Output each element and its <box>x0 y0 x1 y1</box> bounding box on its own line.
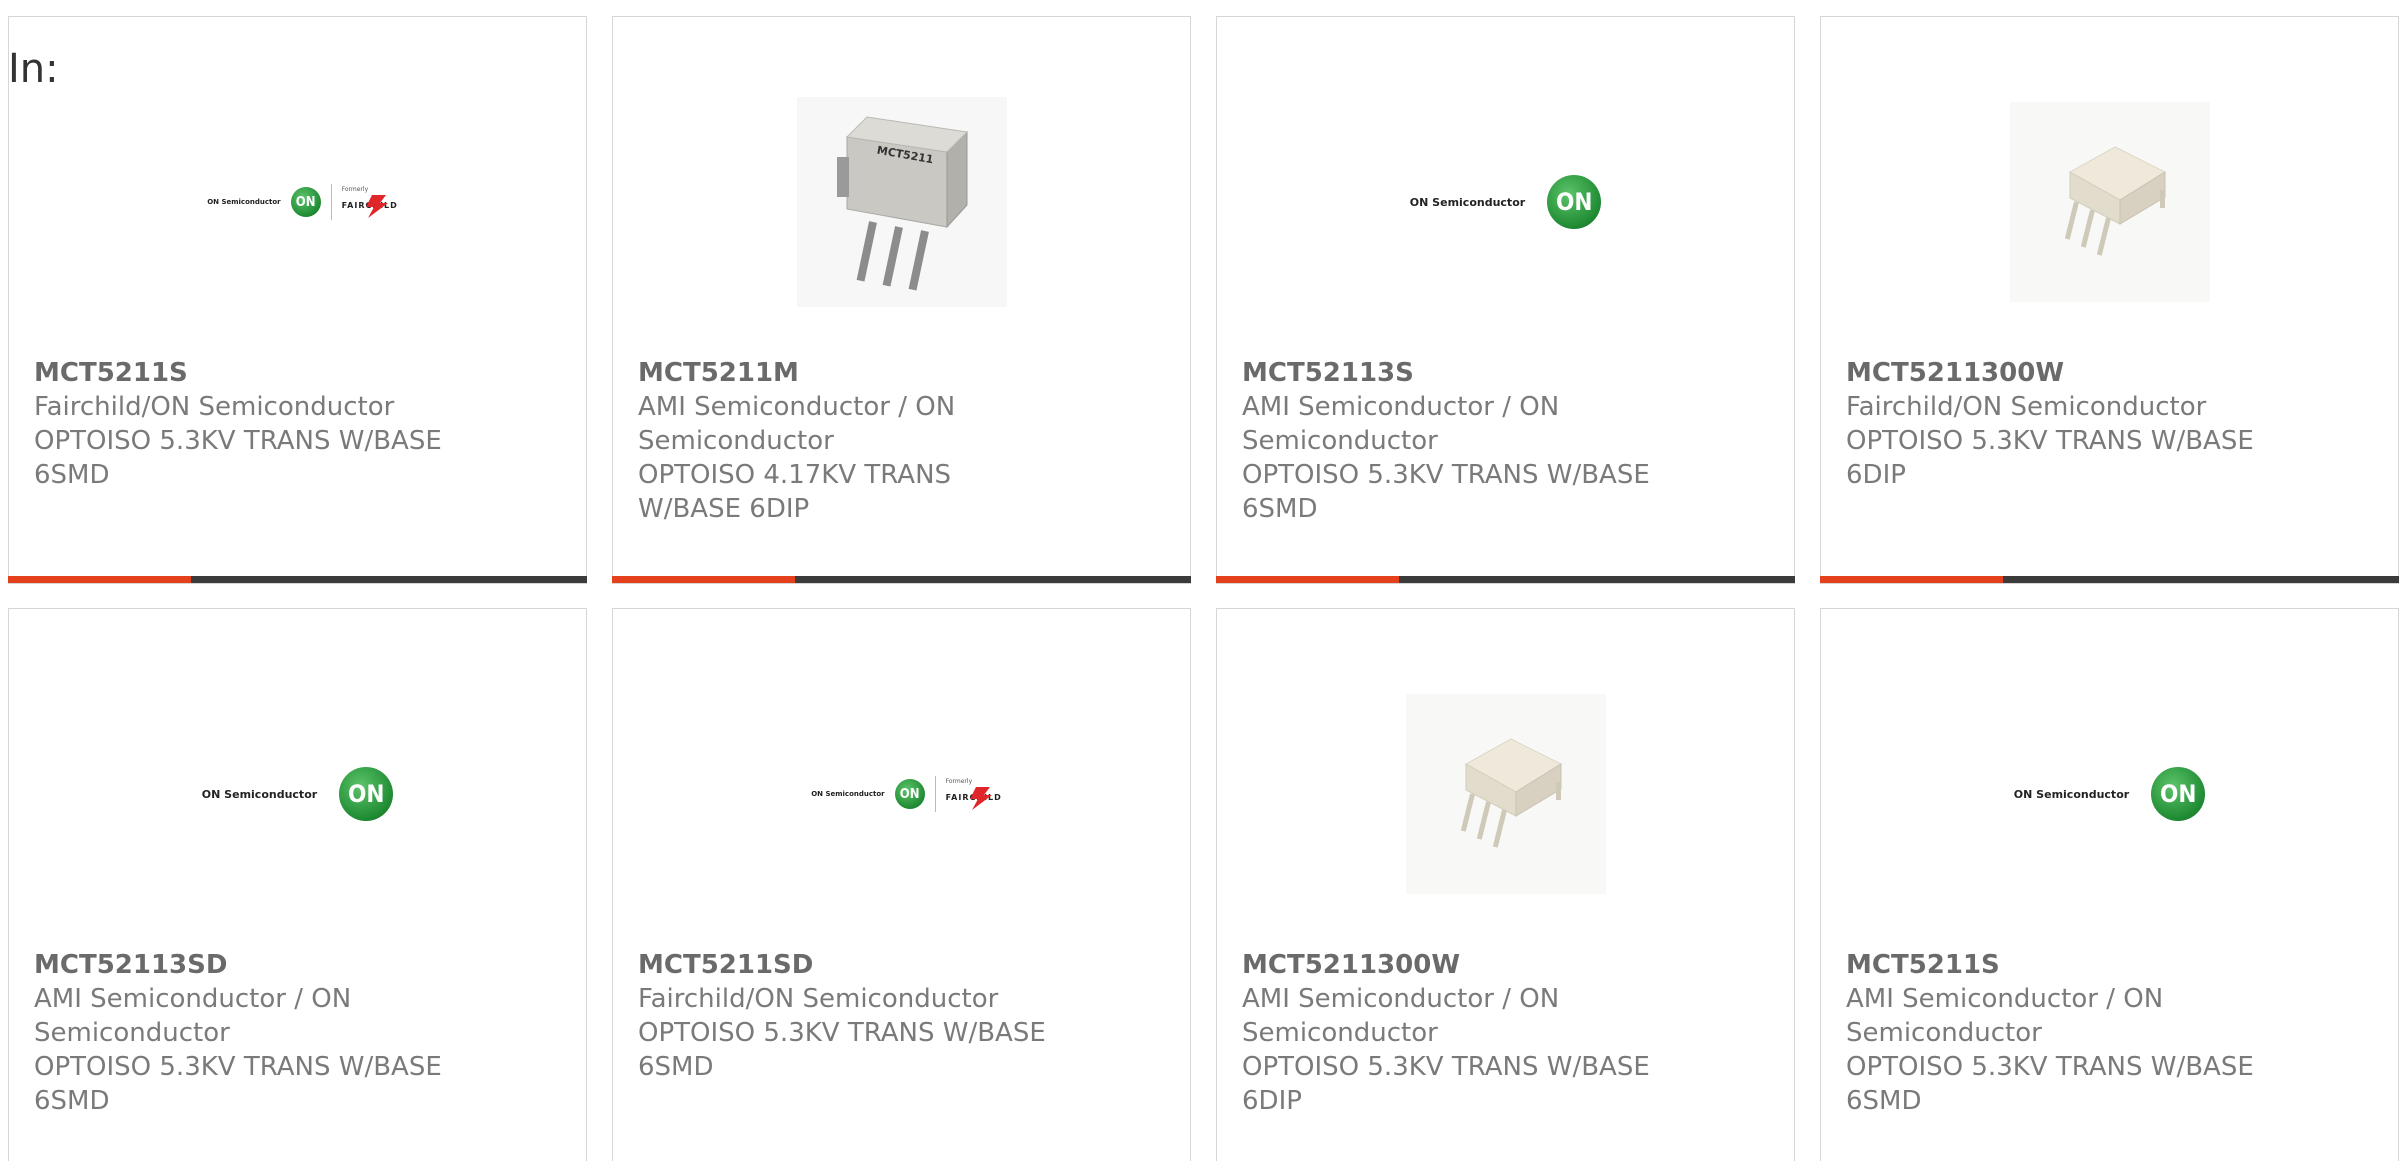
product-card[interactable]: MCT5211 MCT5211M AMI Semiconductor / ON S… <box>612 16 1191 584</box>
product-grid: ON Semiconductor ON Formerly FAIRCHILD M… <box>8 16 2400 1161</box>
product-image[interactable]: MCT5211 <box>613 77 1190 327</box>
white-dip-chip-image <box>1405 694 1606 894</box>
on-fairchild-logo: ON Semiconductor ON Formerly FAIRCHILD <box>207 184 397 220</box>
product-image[interactable]: ON Semiconductor ON <box>1821 669 2398 919</box>
product-description: OPTOISO 5.3KV TRANS W/BASE 6DIP <box>1846 426 2254 490</box>
on-semiconductor-wordmark: ON Semiconductor <box>2013 787 2130 801</box>
card-bottom-bar <box>1216 576 1795 583</box>
manufacturer: AMI Semiconductor / ON Semiconductor <box>1846 984 2164 1048</box>
on-semiconductor-wordmark: ON Semiconductor <box>201 787 318 801</box>
manufacturer: Fairchild/ON Semiconductor <box>638 984 999 1014</box>
on-circle-icon: ON <box>894 779 925 809</box>
product-image[interactable] <box>1821 77 2398 327</box>
product-image[interactable]: ON Semiconductor ON Formerly FAIRCHILD <box>9 77 586 327</box>
product-info: MCT5211300W Fairchild/ON Semiconductor OPT… <box>1846 356 2266 492</box>
on-circle-icon: ON <box>1547 175 1602 229</box>
card-accent-bar <box>612 576 795 583</box>
on-circle-icon: ON <box>339 767 394 821</box>
product-info: MCT5211M AMI Semiconductor / ON Semicondu… <box>638 356 1058 526</box>
card-bottom-bar <box>8 576 587 583</box>
fairchild-wordmark: Formerly FAIRCHILD <box>341 185 397 219</box>
manufacturer: Fairchild/ON Semiconductor <box>1846 392 2207 422</box>
on-semiconductor-logo: ON Semiconductor ON <box>201 767 394 821</box>
manufacturer: AMI Semiconductor / ON Semiconductor <box>1242 984 1560 1048</box>
product-image[interactable]: ON Semiconductor ON Formerly FAIRCHILD <box>613 669 1190 919</box>
product-card[interactable]: ON Semiconductor ON Formerly FAIRCHILD M… <box>8 16 587 584</box>
product-description: OPTOISO 5.3KV TRANS W/BASE 6SMD <box>34 1052 442 1116</box>
on-fairchild-logo: ON Semiconductor ON Formerly FAIRCHILD <box>811 776 1001 812</box>
part-number[interactable]: MCT5211M <box>638 356 1058 390</box>
fairchild-bolt-icon <box>365 194 388 218</box>
part-number[interactable]: MCT5211SD <box>638 948 1058 982</box>
product-description: OPTOISO 5.3KV TRANS W/BASE 6SMD <box>34 426 442 490</box>
product-card[interactable]: MCT5211300W Fairchild/ON Semiconductor OPT… <box>1820 16 2399 584</box>
product-description: OPTOISO 5.3KV TRANS W/BASE 6SMD <box>1846 1052 2254 1116</box>
card-accent-bar <box>8 576 191 583</box>
product-info: MCT5211SD Fairchild/ON Semiconductor OPTOI… <box>638 948 1058 1084</box>
card-accent-bar <box>1216 576 1399 583</box>
product-info: MCT52113SD AMI Semiconductor / ON Semicon… <box>34 948 454 1118</box>
product-image[interactable]: ON Semiconductor ON <box>9 669 586 919</box>
product-card[interactable]: ON Semiconductor ON MCT5211S AMI Semicond… <box>1820 608 2399 1161</box>
logo-divider <box>934 776 936 812</box>
part-number[interactable]: MCT5211S <box>1846 948 2266 982</box>
formerly-label: Formerly <box>341 185 369 193</box>
product-description: OPTOISO 5.3KV TRANS W/BASE 6SMD <box>1242 460 1650 524</box>
white-dip-chip-image <box>2009 102 2210 302</box>
product-info: MCT5211S AMI Semiconductor / ON Semicondu… <box>1846 948 2266 1118</box>
part-number[interactable]: MCT5211S <box>34 356 454 390</box>
card-bottom-bar <box>1820 576 2399 583</box>
part-number[interactable]: MCT5211300W <box>1846 356 2266 390</box>
on-semiconductor-wordmark: ON Semiconductor <box>1409 195 1526 209</box>
on-semiconductor-logo: ON Semiconductor ON <box>2013 767 2206 821</box>
product-description: OPTOISO 5.3KV TRANS W/BASE 6DIP <box>1242 1052 1650 1116</box>
product-card[interactable]: ON Semiconductor ON Formerly FAIRCHILD M… <box>612 608 1191 1161</box>
fairchild-bolt-icon <box>969 786 992 810</box>
product-card[interactable]: ON Semiconductor ON MCT52113S AMI Semicon… <box>1216 16 1795 584</box>
manufacturer: Fairchild/ON Semiconductor <box>34 392 395 422</box>
product-results-page: In: ON Semiconductor ON Formerly FAIRCHI… <box>0 0 2400 1161</box>
part-number[interactable]: MCT5211300W <box>1242 948 1662 982</box>
card-accent-bar <box>1820 576 2003 583</box>
on-circle-icon: ON <box>2151 767 2206 821</box>
manufacturer: AMI Semiconductor / ON Semiconductor <box>638 392 956 456</box>
logo-divider <box>330 184 332 220</box>
formerly-label: Formerly <box>945 777 973 785</box>
product-info: MCT52113S AMI Semiconductor / ON Semicond… <box>1242 356 1662 526</box>
manufacturer: AMI Semiconductor / ON Semiconductor <box>1242 392 1560 456</box>
on-circle-icon: ON <box>290 187 321 217</box>
part-number[interactable]: MCT52113SD <box>34 948 454 982</box>
results-heading: In: <box>8 46 59 92</box>
part-number[interactable]: MCT52113S <box>1242 356 1662 390</box>
gray-dip-chip-image: MCT5211 <box>796 97 1007 307</box>
fairchild-wordmark: Formerly FAIRCHILD <box>945 777 1001 811</box>
product-info: MCT5211300W AMI Semiconductor / ON Semico… <box>1242 948 1662 1118</box>
on-semiconductor-wordmark: ON Semiconductor <box>207 198 281 206</box>
card-bottom-bar <box>612 576 1191 583</box>
product-card[interactable]: ON Semiconductor ON MCT52113SD AMI Semico… <box>8 608 587 1161</box>
product-info: MCT5211S Fairchild/ON Semiconductor OPTOIS… <box>34 356 454 492</box>
product-description: OPTOISO 4.17KV TRANS W/BASE 6DIP <box>638 460 952 524</box>
product-card[interactable]: MCT5211300W AMI Semiconductor / ON Semico… <box>1216 608 1795 1161</box>
on-semiconductor-wordmark: ON Semiconductor <box>811 790 885 798</box>
on-semiconductor-logo: ON Semiconductor ON <box>1409 175 1602 229</box>
product-description: OPTOISO 5.3KV TRANS W/BASE 6SMD <box>638 1018 1046 1082</box>
manufacturer: AMI Semiconductor / ON Semiconductor <box>34 984 352 1048</box>
product-image[interactable]: ON Semiconductor ON <box>1217 77 1794 327</box>
product-image[interactable] <box>1217 669 1794 919</box>
